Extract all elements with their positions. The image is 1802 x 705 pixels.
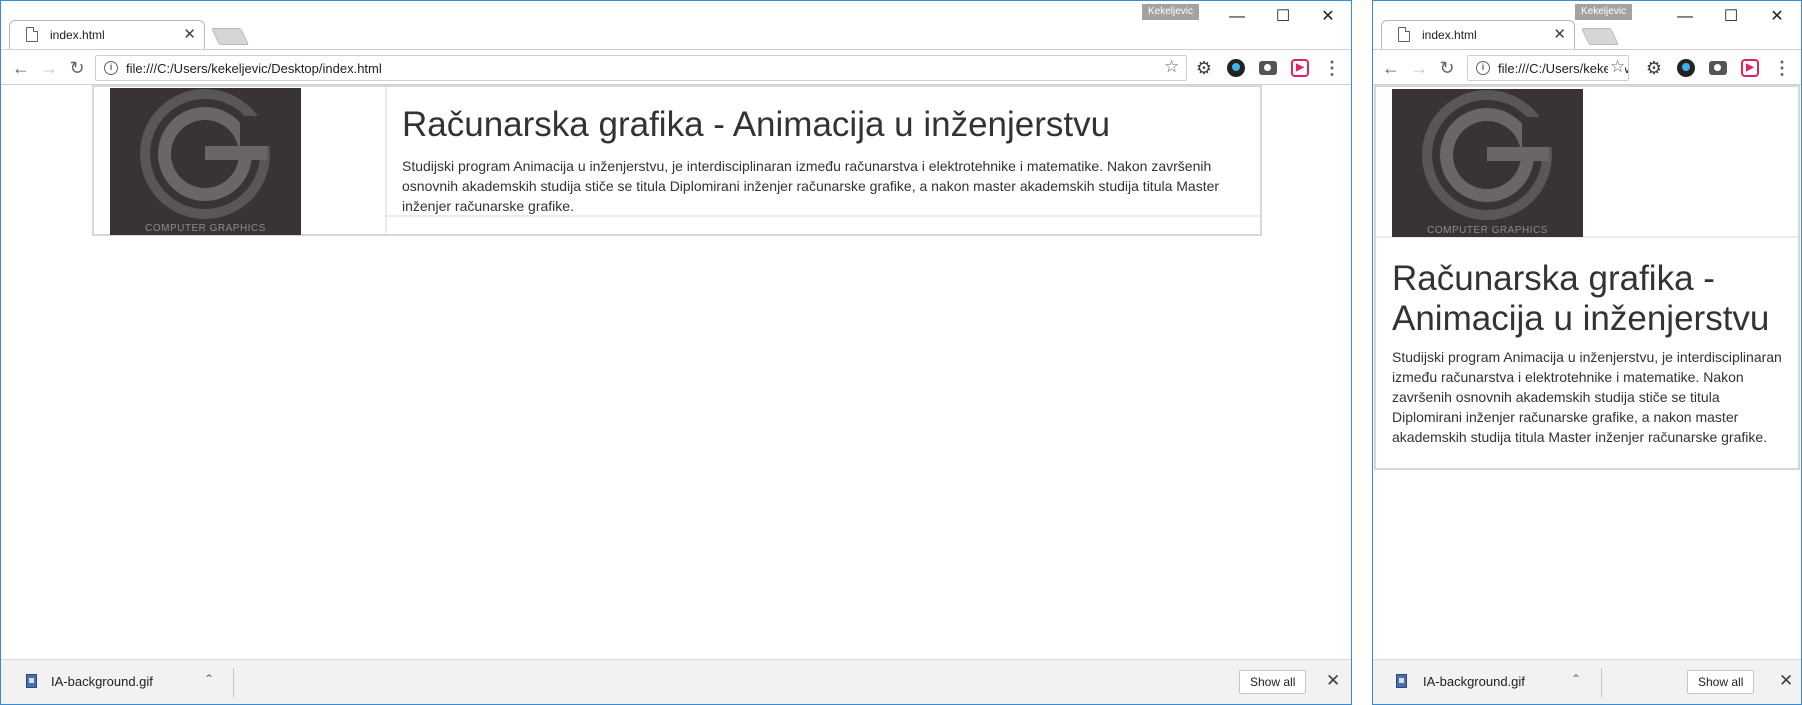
title-bar: index.html ✕ Kekeljevic — ☐ ✕ — [1373, 1, 1801, 50]
page-heading: Računarska grafika - Animacija u inženje… — [402, 105, 1111, 144]
tab-title: index.html — [1422, 28, 1477, 42]
computer-graphics-logo: COMPUTER GRAPHICS — [1392, 89, 1583, 237]
new-tab-button[interactable] — [1581, 28, 1619, 45]
show-all-button[interactable]: Show all — [1687, 670, 1755, 694]
close-icon[interactable]: ✕ — [1779, 671, 1793, 691]
url-text: file:///C:/Users/kekeljevic/Desktop/inde… — [126, 61, 382, 76]
browser-tab[interactable]: index.html ✕ — [1381, 20, 1575, 50]
window-close-button[interactable]: ✕ — [1755, 3, 1799, 31]
profile-badge[interactable]: Kekeljevic — [1575, 4, 1633, 20]
downloads-bar: IA-background.gif ⌃ Show all ✕ — [1373, 659, 1801, 704]
browser-toolbar: ← → ↻ i file:///C:/Users/kekeljevic/Desk… — [1, 49, 1351, 85]
divider — [1601, 668, 1602, 698]
page-file-icon — [1398, 27, 1410, 42]
browser-menu-icon[interactable]: ⋮ — [1773, 59, 1791, 77]
back-button[interactable]: ← — [9, 56, 33, 80]
browser-menu-icon[interactable]: ⋮ — [1323, 59, 1341, 77]
bookmark-star-icon[interactable]: ☆ — [1164, 57, 1179, 77]
browser-window-narrow: index.html ✕ Kekeljevic — ☐ ✕ ← → ↻ i fi… — [1372, 0, 1802, 705]
address-bar[interactable]: i file:///C:/Users/kekeljevic/Desktop/in… — [95, 55, 1187, 81]
download-file-name[interactable]: IA-background.gif — [51, 674, 153, 689]
red-extension-icon[interactable]: ▶ — [1291, 59, 1309, 77]
globe-extension-icon[interactable] — [1677, 59, 1695, 77]
page-description: Studijski program Animacija u inženjerst… — [1392, 349, 1782, 445]
maximize-button[interactable]: ☐ — [1261, 3, 1305, 31]
divider — [233, 668, 234, 698]
reload-button[interactable]: ↻ — [65, 56, 89, 80]
title-bar: index.html ✕ Kekeljevic — ☐ ✕ — [1, 1, 1351, 50]
address-bar[interactable]: i file:///C:/Users/kekeljevic/Desktop/in… — [1467, 55, 1629, 81]
page-file-icon — [26, 27, 38, 42]
camera-extension-icon[interactable] — [1259, 61, 1277, 75]
show-all-button[interactable]: Show all — [1239, 670, 1307, 694]
new-tab-button[interactable] — [211, 28, 249, 45]
chevron-up-icon[interactable]: ⌃ — [1571, 672, 1581, 686]
page-description: Studijski program Animacija u inženjerst… — [402, 158, 1220, 214]
globe-extension-icon[interactable] — [1227, 59, 1245, 77]
site-info-icon[interactable]: i — [104, 61, 118, 75]
tab-close-icon[interactable]: ✕ — [183, 25, 196, 43]
maximize-button[interactable]: ☐ — [1709, 3, 1753, 31]
forward-button[interactable]: → — [1407, 56, 1431, 80]
red-extension-icon[interactable]: ▶ — [1741, 59, 1759, 77]
minimize-button[interactable]: — — [1215, 3, 1259, 31]
tab-title: index.html — [50, 28, 105, 42]
computer-graphics-logo: COMPUTER GRAPHICS — [110, 88, 301, 235]
logo-caption: COMPUTER GRAPHICS — [1427, 225, 1548, 236]
browser-window-wide: index.html ✕ Kekeljevic — ☐ ✕ ← → ↻ i fi… — [0, 0, 1352, 705]
browser-tab[interactable]: index.html ✕ — [9, 20, 205, 50]
logo-caption: COMPUTER GRAPHICS — [145, 223, 266, 234]
gif-file-icon — [1396, 674, 1407, 688]
minimize-button[interactable]: — — [1663, 3, 1707, 31]
forward-button[interactable]: → — [37, 56, 61, 80]
gif-file-icon — [26, 674, 37, 688]
gear-icon[interactable]: ⚙ — [1195, 59, 1213, 77]
reload-button[interactable]: ↻ — [1435, 56, 1459, 80]
page-heading: Računarska grafika - Animacija u inženje… — [1392, 259, 1770, 338]
profile-badge[interactable]: Kekeljevic — [1142, 4, 1200, 20]
page-viewport: COMPUTER GRAPHICS Računarska grafika - A… — [1373, 85, 1801, 659]
tab-close-icon[interactable]: ✕ — [1553, 25, 1566, 43]
close-icon[interactable]: ✕ — [1326, 671, 1340, 691]
gear-icon[interactable]: ⚙ — [1645, 59, 1663, 77]
downloads-bar: IA-background.gif ⌃ Show all ✕ — [1, 659, 1351, 704]
window-close-button[interactable]: ✕ — [1306, 3, 1350, 31]
browser-toolbar: ← → ↻ i file:///C:/Users/kekeljevic/Desk… — [1373, 49, 1801, 85]
bookmark-star-icon[interactable]: ☆ — [1608, 57, 1626, 77]
chevron-up-icon[interactable]: ⌃ — [204, 672, 214, 686]
camera-extension-icon[interactable] — [1709, 61, 1727, 75]
back-button[interactable]: ← — [1379, 56, 1403, 80]
site-info-icon[interactable]: i — [1476, 61, 1490, 75]
download-file-name[interactable]: IA-background.gif — [1423, 674, 1525, 689]
page-viewport: COMPUTER GRAPHICS Računarska grafika - A… — [1, 85, 1351, 659]
